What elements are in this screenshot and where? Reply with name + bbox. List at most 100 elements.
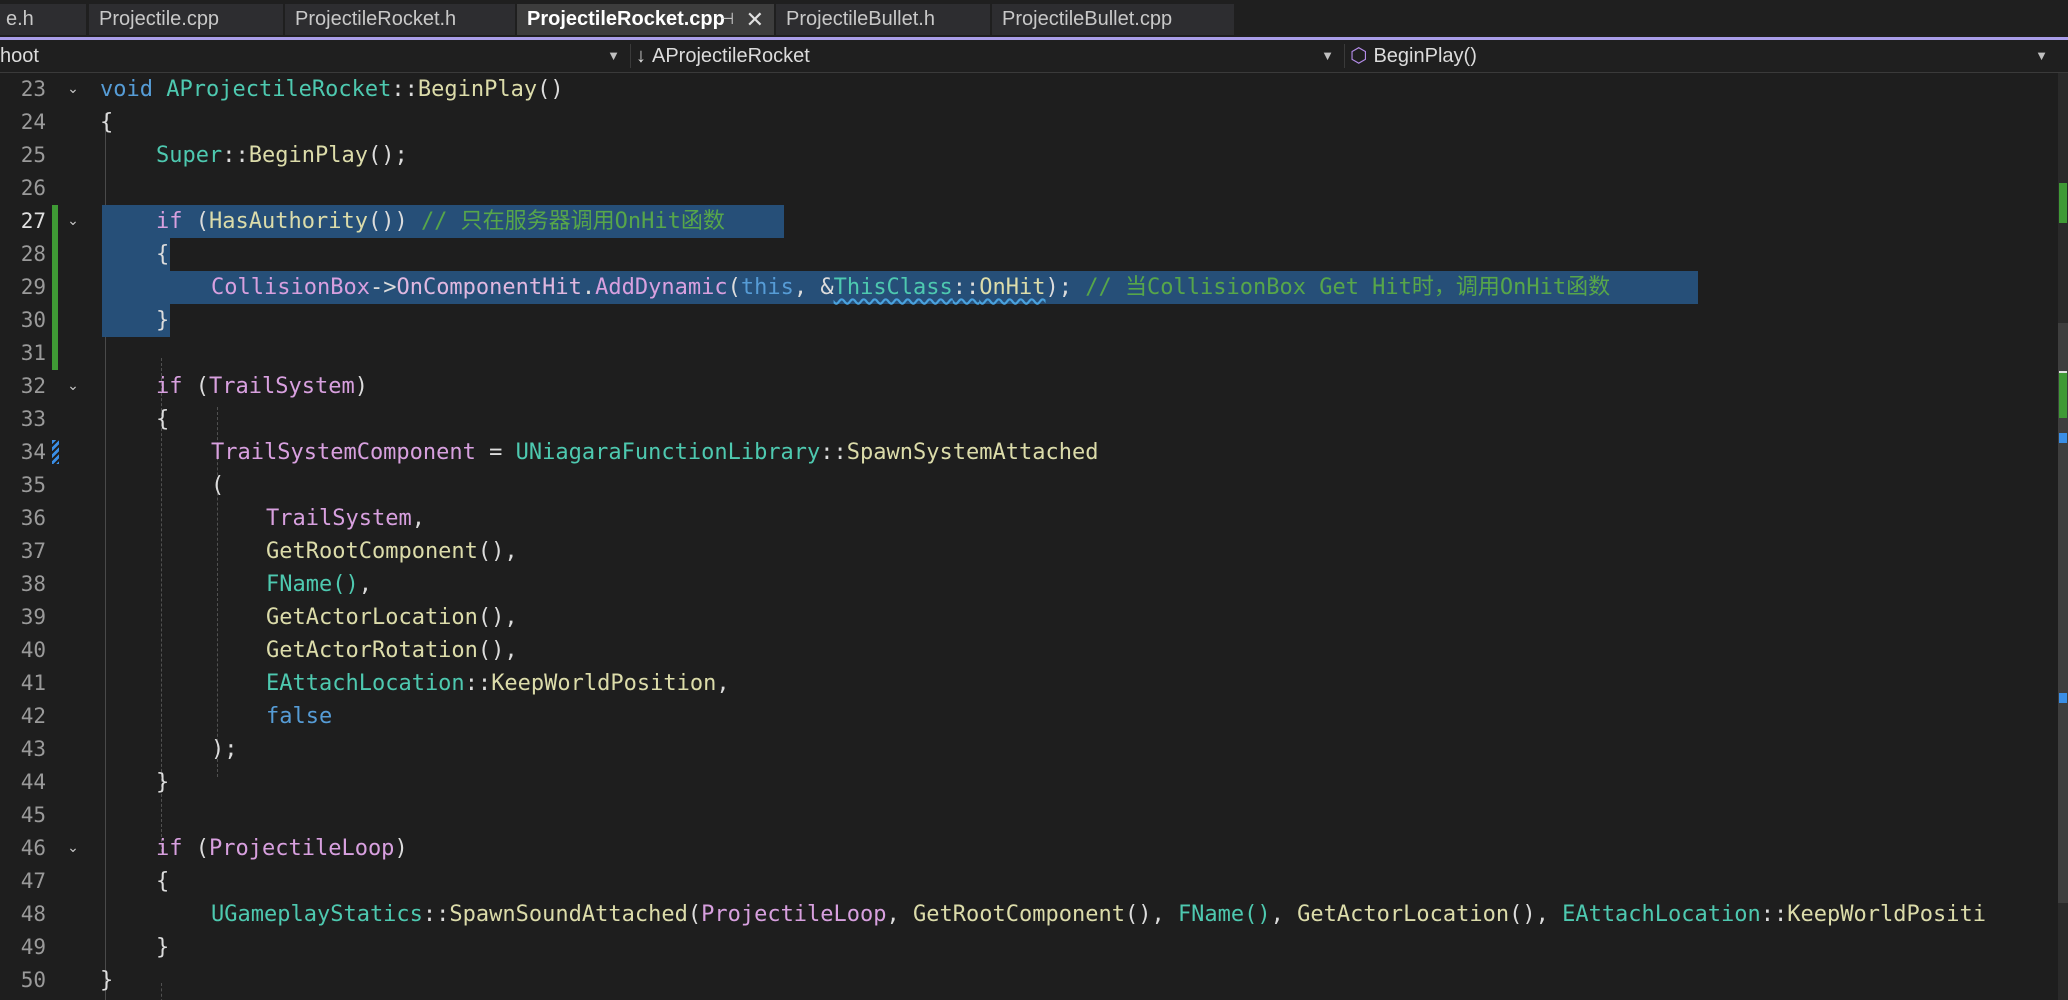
tab-projectilebullet-h[interactable]: ProjectileBullet.h	[776, 4, 990, 35]
divider	[630, 44, 631, 68]
edit-overview-marker	[2059, 433, 2067, 443]
line-number: 44	[20, 770, 46, 794]
line-number: 36	[20, 506, 46, 530]
code-line[interactable]: 23 ⌄ void AProjectileRocket::BeginPlay()	[0, 73, 2058, 106]
code-line[interactable]: 31	[0, 337, 2058, 370]
line-number: 25	[20, 143, 46, 167]
tab-label: e.h	[6, 8, 34, 30]
line-number: 39	[20, 605, 46, 629]
code-line[interactable]: 25 Super::BeginPlay();	[0, 139, 2058, 172]
code-line[interactable]: 30 }	[0, 304, 2058, 337]
line-number: 27	[20, 209, 46, 233]
line-number: 42	[20, 704, 46, 728]
edit-overview-marker	[2059, 693, 2067, 703]
code-line[interactable]: 39 GetActorLocation(),	[0, 601, 2058, 634]
tab-label: ProjectileBullet.cpp	[1002, 8, 1173, 30]
change-marker	[52, 205, 58, 238]
document-tab-strip: e.h Projectile.cpp ProjectileRocket.h Pr…	[0, 0, 2068, 39]
line-number: 38	[20, 572, 46, 596]
caret-position-marker	[2059, 371, 2067, 373]
code-line[interactable]: 37 GetRootComponent(),	[0, 535, 2058, 568]
code-line[interactable]: 45	[0, 799, 2058, 832]
change-marker	[52, 337, 58, 370]
line-number: 48	[20, 902, 46, 926]
code-line[interactable]: 24 {	[0, 106, 2058, 139]
tab-label: ProjectileRocket.cpp	[527, 8, 725, 30]
code-line[interactable]: 28 {	[0, 238, 2058, 271]
method-cube-icon: ⬡	[1350, 45, 1368, 67]
line-number: 33	[20, 407, 46, 431]
code-line[interactable]: 33 {	[0, 403, 2058, 436]
code-line[interactable]: 47 {	[0, 865, 2058, 898]
line-number: 28	[20, 242, 46, 266]
line-number: 41	[20, 671, 46, 695]
dropdown-arrow-icon: ▼	[2035, 48, 2048, 63]
pin-tab-icon[interactable]: ⊣	[720, 4, 734, 35]
line-number: 50	[20, 968, 46, 992]
code-line[interactable]: 36 TrailSystem,	[0, 502, 2058, 535]
code-line[interactable]: 34 TrailSystemComponent = UNiagaraFuncti…	[0, 436, 2058, 469]
tab-projectile-cpp[interactable]: Projectile.cpp	[89, 4, 283, 35]
code-line[interactable]: 46 ⌄ if (ProjectileLoop)	[0, 832, 2058, 865]
tab-label: ProjectileBullet.h	[786, 8, 935, 30]
unsaved-change-marker	[52, 440, 59, 464]
line-number: 26	[20, 176, 46, 200]
line-number: 23	[20, 77, 46, 101]
code-line[interactable]: 38 FName(),	[0, 568, 2058, 601]
code-line[interactable]: 35 (	[0, 469, 2058, 502]
navigation-bar: hoot ▼ ↓ AProjectileRocket ▼ ⬡ BeginPlay()…	[0, 40, 2068, 73]
class-scope-name: AProjectileRocket	[652, 45, 810, 67]
line-number: 32	[20, 374, 46, 398]
code-line[interactable]: 50 }	[0, 964, 2058, 997]
fold-chevron-icon[interactable]: ⌄	[64, 832, 82, 865]
tab-header-file[interactable]: e.h	[0, 4, 86, 35]
tab-label: Projectile.cpp	[99, 8, 220, 30]
line-number: 49	[20, 935, 46, 959]
line-number: 30	[20, 308, 46, 332]
tab-projectilerocket-cpp[interactable]: ProjectileRocket.cpp ⊣ ✕	[517, 4, 774, 35]
code-line[interactable]: 41 EAttachLocation::KeepWorldPosition,	[0, 667, 2058, 700]
tab-label: ProjectileRocket.h	[295, 8, 457, 30]
line-number: 46	[20, 836, 46, 860]
code-line[interactable]: 29 CollisionBox->OnComponentHit.AddDynam…	[0, 271, 2058, 304]
code-line[interactable]: 44 }	[0, 766, 2058, 799]
divider	[1344, 44, 1345, 68]
project-dropdown[interactable]: hoot ▼	[0, 40, 628, 72]
tab-projectilerocket-h[interactable]: ProjectileRocket.h	[285, 4, 515, 35]
close-tab-icon[interactable]: ✕	[746, 4, 764, 35]
tab-projectilebullet-cpp[interactable]: ProjectileBullet.cpp	[992, 4, 1234, 35]
fold-chevron-icon[interactable]: ⌄	[64, 73, 82, 106]
member-dropdown[interactable]: ⬡ BeginPlay() ▼	[1350, 40, 2056, 72]
code-line[interactable]: 32 ⌄ if (TrailSystem)	[0, 370, 2058, 403]
change-marker	[52, 304, 58, 337]
code-line[interactable]: 26	[0, 172, 2058, 205]
line-number: 29	[20, 275, 46, 299]
fold-chevron-icon[interactable]: ⌄	[64, 205, 82, 238]
code-line[interactable]: 49 }	[0, 931, 2058, 964]
dropdown-arrow-icon: ▼	[1321, 48, 1334, 63]
vertical-scrollbar[interactable]	[2058, 73, 2068, 1000]
change-marker	[52, 271, 58, 304]
change-overview-marker	[2059, 183, 2067, 223]
change-overview-marker	[2059, 373, 2067, 418]
line-number: 37	[20, 539, 46, 563]
line-number: 47	[20, 869, 46, 893]
code-line[interactable]: 43 );	[0, 733, 2058, 766]
class-scope-dropdown[interactable]: ↓ AProjectileRocket ▼	[636, 40, 1342, 72]
line-number: 45	[20, 803, 46, 827]
code-line[interactable]: 27 ⌄ if (HasAuthority()) // 只在服务器调用OnHit…	[0, 205, 2058, 238]
project-name: hoot	[0, 45, 39, 67]
dropdown-arrow-icon: ▼	[607, 48, 620, 63]
line-number: 40	[20, 638, 46, 662]
change-marker	[52, 238, 58, 271]
member-name: BeginPlay()	[1373, 45, 1477, 67]
code-editor[interactable]: 23 ⌄ void AProjectileRocket::BeginPlay()…	[0, 73, 2068, 1000]
code-line[interactable]: 42 false	[0, 700, 2058, 733]
line-number: 31	[20, 341, 46, 365]
line-number: 43	[20, 737, 46, 761]
code-line[interactable]: 40 GetActorRotation(),	[0, 634, 2058, 667]
fold-chevron-icon[interactable]: ⌄	[64, 370, 82, 403]
line-number: 34	[20, 440, 46, 464]
code-line[interactable]: 48 UGameplayStatics::SpawnSoundAttached(…	[0, 898, 2058, 931]
line-number: 24	[20, 110, 46, 134]
